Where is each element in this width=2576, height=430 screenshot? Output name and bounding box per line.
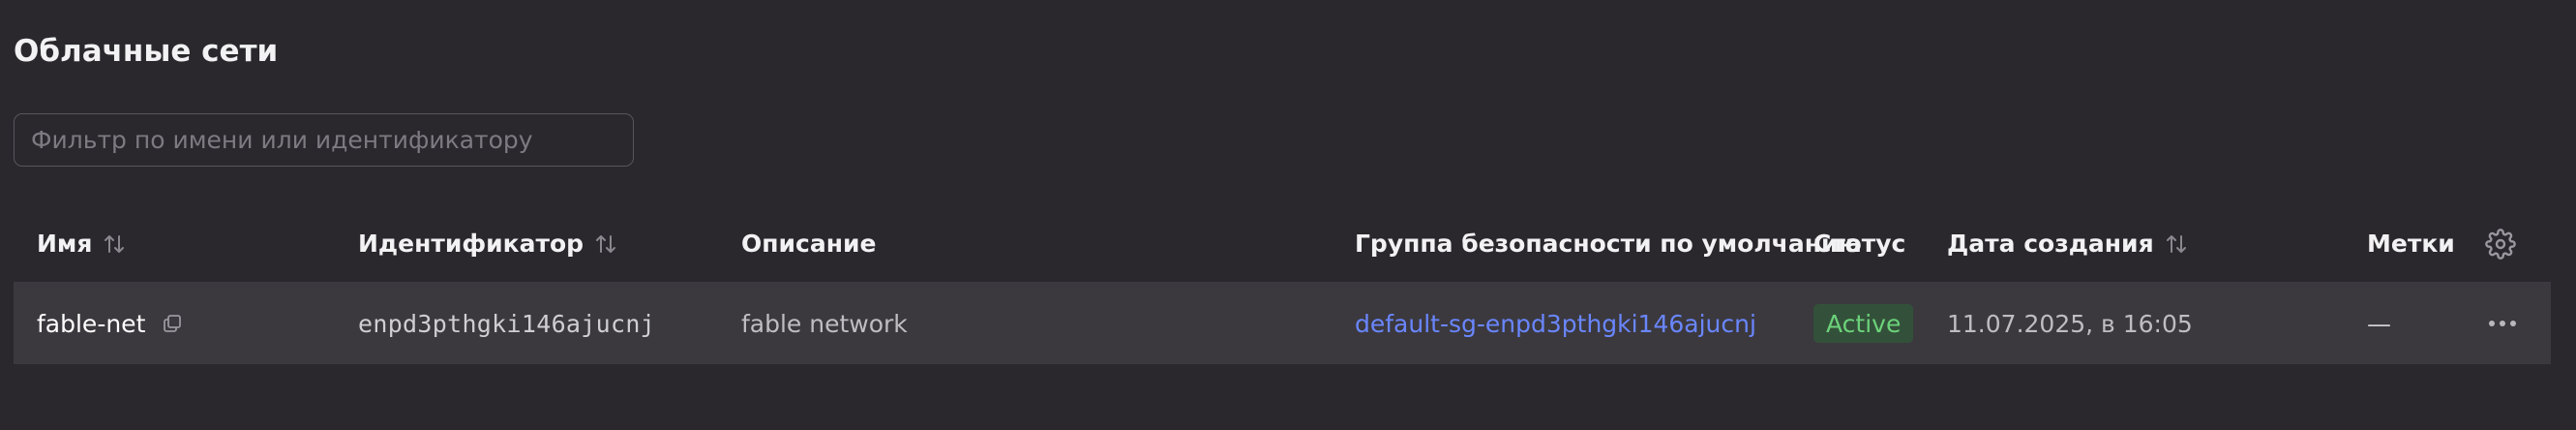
row-actions-cell (2483, 283, 2522, 364)
column-header-status-label: Статус (1813, 230, 1906, 258)
more-horizontal-icon[interactable] (2483, 304, 2522, 343)
labels-value: — (2367, 309, 2391, 338)
column-header-description-label: Описание (741, 230, 877, 258)
sort-arrows-icon[interactable] (2162, 230, 2191, 259)
copy-icon[interactable] (159, 310, 186, 337)
network-id: enpd3pthgki146ajucnj (358, 309, 656, 338)
network-name[interactable]: fable-net (37, 310, 145, 338)
column-header-description: Описание (741, 205, 876, 282)
column-header-id[interactable]: Идентификатор (358, 205, 620, 282)
table-row[interactable]: fable-net enpd3pthgki146ajucnj fable net… (14, 283, 2551, 364)
column-header-created-label: Дата создания (1947, 230, 2154, 258)
column-header-name[interactable]: Имя (37, 205, 129, 282)
network-description: fable network (741, 309, 908, 338)
column-header-security-group-label: Группа безопасности по умолчанию (1355, 230, 1862, 258)
cloud-networks-page: Облачные сети Имя Идентификатор (0, 0, 2576, 430)
network-name-cell: fable-net (37, 283, 186, 364)
column-header-status: Статус (1813, 205, 1905, 282)
column-header-name-label: Имя (37, 230, 93, 258)
network-description-cell: fable network (741, 283, 908, 364)
column-header-id-label: Идентификатор (358, 230, 584, 258)
sort-arrows-icon[interactable] (591, 230, 620, 259)
column-header-created[interactable]: Дата создания (1947, 205, 2191, 282)
sort-arrows-icon[interactable] (100, 230, 129, 259)
filter-box[interactable] (14, 113, 634, 167)
created-date: 11.07.2025, в 16:05 (1947, 309, 2193, 338)
gear-icon[interactable] (2483, 227, 2518, 261)
column-header-labels: Метки (2367, 205, 2455, 282)
filter-input[interactable] (31, 126, 616, 154)
security-group-link[interactable]: default-sg-enpd3pthgki146ajucnj (1355, 310, 1756, 338)
column-header-security-group: Группа безопасности по умолчанию (1355, 205, 1862, 282)
page-title: Облачные сети (14, 34, 279, 69)
security-group-cell: default-sg-enpd3pthgki146ajucnj (1355, 283, 1756, 364)
created-date-cell: 11.07.2025, в 16:05 (1947, 283, 2193, 364)
networks-table: Имя Идентификатор Описание Группа безопа… (14, 205, 2551, 364)
column-settings[interactable] (2483, 205, 2518, 282)
table-header: Имя Идентификатор Описание Группа безопа… (14, 205, 2551, 283)
column-header-labels-label: Метки (2367, 230, 2455, 258)
network-id-cell: enpd3pthgki146ajucnj (358, 283, 655, 364)
status-badge: Active (1813, 304, 1914, 343)
labels-cell: — (2367, 283, 2391, 364)
status-cell: Active (1813, 283, 1914, 364)
